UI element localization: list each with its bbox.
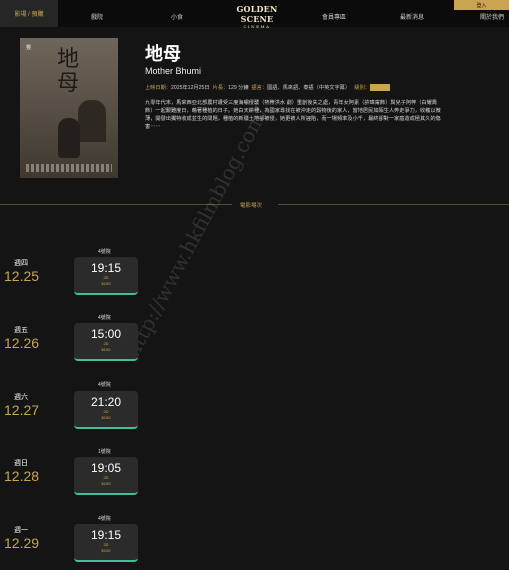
date-label: 12.26	[4, 335, 40, 351]
date-label: 12.25	[4, 268, 40, 284]
hall-label: 4號院	[98, 315, 111, 321]
schedule-day: 週六 12.27	[4, 392, 39, 418]
showtime-price: $100	[101, 415, 111, 420]
top-navigation: 影場 / 預購 戲院 小食 GOLDEN SCENE CINEMA 會員專區 最…	[0, 0, 509, 29]
weekday-label: 週日	[14, 460, 28, 467]
language-label: 語言：	[251, 85, 268, 91]
schedule-heading: 電影場次	[240, 203, 263, 209]
showtime-time: 21:20	[90, 395, 122, 409]
nav-booking-link[interactable]: 影場 / 預購	[0, 0, 58, 27]
showtime-button[interactable]: 19:15 2D $100	[74, 524, 138, 562]
weekday-label: 週四	[14, 260, 28, 267]
showtime-time: 19:15	[90, 528, 122, 542]
hall-label: 4號院	[98, 382, 111, 388]
nav-item-snacks[interactable]: 小食	[171, 12, 183, 21]
rating-label: 級別：	[354, 85, 370, 91]
date-label: 12.28	[4, 468, 40, 484]
date-label: 12.27	[4, 402, 40, 418]
showtime-time: 19:15	[90, 261, 122, 275]
release-label: 上映日期：	[145, 85, 171, 91]
poster-credits	[26, 164, 112, 172]
showtime-price: $100	[101, 281, 111, 286]
watermark: http://www.hkfilmblog.com/	[120, 102, 273, 362]
logo-subtext: CINEMA	[243, 24, 271, 29]
rating-badge	[369, 84, 390, 92]
logo-text: GOLDEN SCENE	[236, 4, 278, 24]
date-label: 12.29	[4, 535, 40, 551]
hall-label: 4號院	[98, 249, 111, 255]
movie-synopsis: 九零年代末，馬來西亞北部農村遭受三度海嘯侵襲（熱帶洪水 劇）重創後失之處，青年女…	[145, 100, 441, 130]
showtime-time: 15:00	[90, 327, 122, 341]
schedule-day: 週日 12.28	[4, 458, 39, 484]
nav-item-members[interactable]: 會員專區	[322, 12, 346, 21]
golden-scene-logo[interactable]: GOLDEN SCENE CINEMA	[234, 4, 280, 29]
release-date: 2025年12月25日	[170, 85, 210, 91]
hall-label: 1號院	[98, 449, 111, 455]
showtime-price: $100	[101, 548, 111, 553]
showtime-button[interactable]: 19:15 2D $100	[74, 257, 138, 295]
language: 國語、馬來語、泰語（中英文字幕）	[267, 85, 351, 91]
schedule-day: 週一 12.29	[4, 525, 39, 551]
poster-badge: 豐	[26, 45, 32, 51]
movie-title-chinese: 地母	[145, 44, 181, 64]
runtime-label: 片長：	[212, 85, 229, 91]
movie-title-english: Mother Bhumi	[145, 66, 202, 76]
login-button[interactable]: 登入	[454, 0, 509, 10]
showtime-button[interactable]: 19:05 2D $100	[74, 457, 138, 495]
poster-title: 地母	[56, 47, 79, 96]
schedule-day: 週四 12.25	[4, 258, 39, 284]
movie-poster: 豐 地母	[20, 38, 118, 178]
poster-animal-figure	[78, 100, 106, 142]
showtime-price: $100	[101, 347, 111, 352]
poster-person-figure	[58, 118, 80, 158]
hall-label: 4號院	[98, 516, 111, 522]
nav-item-about[interactable]: 關於我們	[480, 12, 504, 21]
schedule-day: 週五 12.26	[4, 325, 39, 351]
runtime: 129 分鐘	[228, 85, 249, 91]
weekday-label: 週一	[14, 527, 28, 534]
movie-meta: 上映日期：2025年12月25日 片長：129 分鐘 語言：國語、馬來語、泰語（…	[145, 84, 390, 92]
showtime-button[interactable]: 15:00 2D $100	[74, 323, 138, 361]
nav-item-cinemas[interactable]: 戲院	[91, 12, 103, 21]
weekday-label: 週五	[14, 327, 28, 334]
showtime-price: $100	[101, 481, 111, 486]
schedule-divider-right	[278, 204, 509, 205]
showtime-button[interactable]: 21:20 2D $100	[74, 391, 138, 429]
showtime-time: 19:05	[90, 461, 122, 475]
nav-item-news[interactable]: 最新消息	[400, 12, 424, 21]
weekday-label: 週六	[14, 394, 28, 401]
